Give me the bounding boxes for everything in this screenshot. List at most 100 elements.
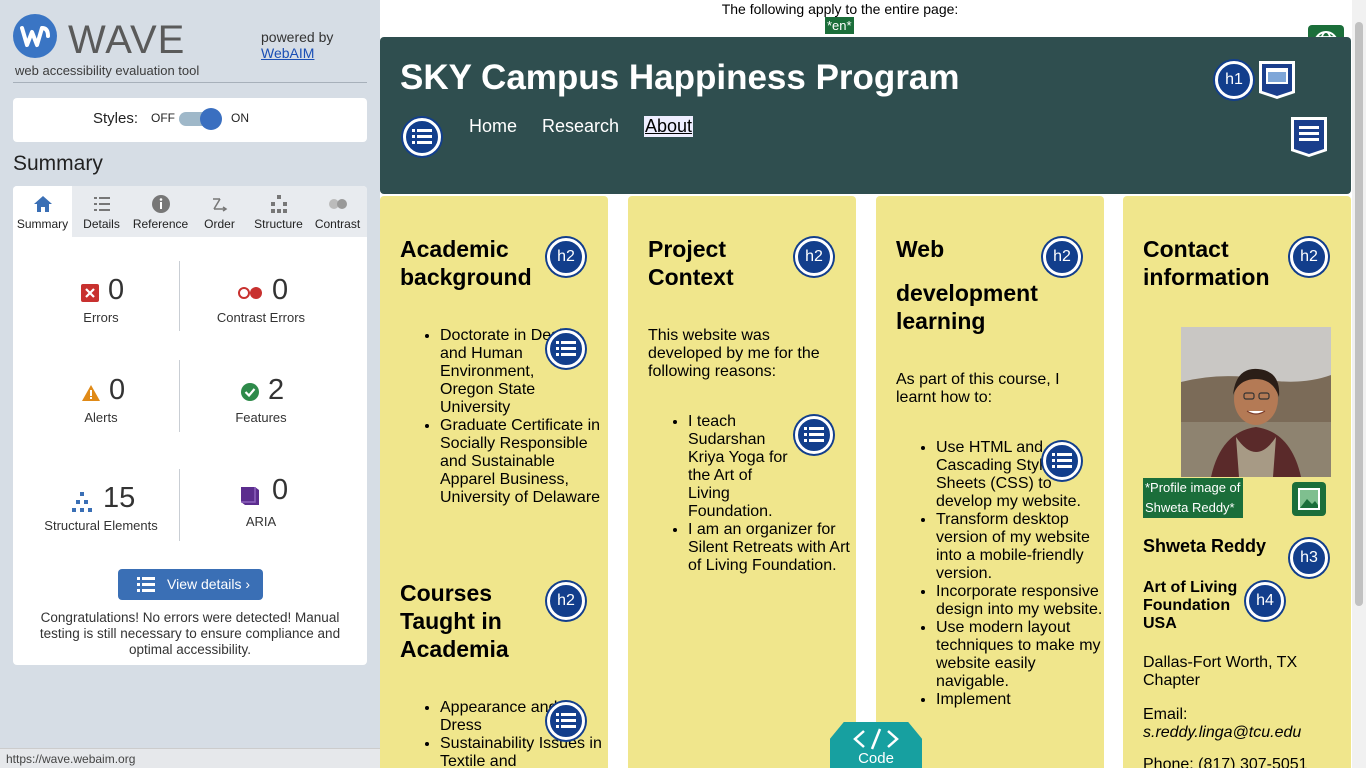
list-icon[interactable]	[547, 702, 585, 740]
h2-icon[interactable]: h2	[547, 238, 585, 276]
status-bar-url: https://wave.webaim.org	[0, 748, 420, 768]
tab-label: Reference	[132, 217, 189, 231]
h3-badge-label: h3	[1300, 549, 1318, 566]
tab-order[interactable]: Order	[190, 186, 249, 237]
list-item: Graduate Certificate in Socially Respons…	[440, 417, 608, 507]
info-icon	[151, 195, 170, 213]
alt-text-badge[interactable]: *Profile image of Shweta Reddy*	[1143, 478, 1243, 518]
h2-icon[interactable]: h2	[795, 238, 833, 276]
web-development-heading-a: Web	[896, 236, 945, 262]
details-list-icon	[93, 197, 110, 211]
features-count: 2	[268, 374, 285, 406]
nav-link-about[interactable]: About	[644, 116, 694, 137]
courses-taught-heading: Courses Taught in Academia	[400, 580, 509, 662]
code-toggle-button[interactable]: Code	[830, 722, 922, 768]
toggle-knob[interactable]	[200, 108, 222, 130]
error-icon	[81, 284, 99, 302]
tab-reference[interactable]: Reference	[131, 186, 190, 237]
tab-label: Structure	[254, 217, 303, 231]
contact-name: Shweta Reddy	[1143, 536, 1267, 556]
webaim-link[interactable]: WebAIM	[261, 45, 314, 61]
code-icon	[853, 728, 899, 750]
project-context-section: Project Context h2 This website was deve…	[628, 196, 856, 768]
code-label: Code	[858, 750, 894, 767]
h2-icon[interactable]: h2	[1290, 238, 1328, 276]
h1-badge-label: h1	[1225, 71, 1243, 88]
alerts-stat[interactable]: 0 Alerts	[21, 374, 181, 434]
image-alt-icon[interactable]	[1291, 481, 1327, 517]
styles-label: Styles:	[93, 110, 139, 127]
page-scrollbar[interactable]	[1352, 0, 1366, 768]
aria-label: ARIA	[245, 514, 277, 529]
tab-summary[interactable]: Summary	[13, 186, 72, 237]
web-development-heading-b: development learning	[896, 280, 1038, 334]
order-icon	[212, 198, 227, 212]
wave-subtitle: web accessibility evaluation tool	[15, 63, 200, 78]
features-label: Features	[235, 410, 287, 425]
navigation-landmark-icon[interactable]	[1289, 115, 1329, 157]
styles-toggle[interactable]	[179, 108, 222, 130]
nav-link-home[interactable]: Home	[469, 116, 517, 137]
wave-sidebar: WAVE web accessibility evaluation tool p…	[0, 0, 420, 768]
wave-logo-icon	[13, 14, 57, 58]
language-badge[interactable]: *en*	[825, 17, 854, 34]
header-landmark-icon[interactable]	[1257, 59, 1297, 99]
list-icon[interactable]	[1043, 442, 1081, 480]
features-stat[interactable]: 2 Features	[181, 374, 341, 434]
evaluated-page: The following apply to the entire page: …	[380, 0, 1366, 768]
structural-stat[interactable]: 15 Structural Elements	[21, 482, 181, 542]
alerts-count: 0	[109, 374, 126, 406]
tab-details[interactable]: Details	[72, 186, 131, 237]
alerts-label: Alerts	[84, 410, 118, 425]
h1-icon[interactable]: h1	[1215, 61, 1253, 99]
nav-link-research[interactable]: Research	[542, 116, 619, 137]
structural-label: Structural Elements	[44, 518, 158, 533]
site-header: SKY Campus Happiness Program h1 Home Res…	[380, 37, 1351, 194]
tab-contrast[interactable]: Contrast	[308, 186, 367, 237]
view-details-button[interactable]: View details ›	[118, 569, 263, 600]
contrast-icon	[328, 199, 347, 209]
list-item: Transform desktop version of my website …	[936, 511, 1104, 583]
aria-count: 0	[272, 474, 289, 506]
h4-badge-label: h4	[1256, 592, 1274, 609]
h2-badge-label: h2	[557, 248, 575, 265]
contact-phone: Phone: (817) 307-5051	[1143, 756, 1308, 768]
list-icon[interactable]	[547, 330, 585, 368]
tab-structure[interactable]: Structure	[249, 186, 308, 237]
aria-icon	[241, 487, 259, 505]
list-icon[interactable]	[795, 416, 833, 454]
tab-bar: Summary Details Reference Order Structur…	[13, 186, 367, 237]
h2-badge-label: h2	[1300, 248, 1318, 265]
academic-background-section: Academic background h2 Doctorate in Desi…	[380, 196, 608, 768]
navigation-list-icon[interactable]	[403, 118, 441, 156]
aria-stat[interactable]: 0 ARIA	[181, 474, 341, 542]
profile-image	[1181, 327, 1331, 477]
h2-badge-label: h2	[805, 248, 823, 265]
h2-icon[interactable]: h2	[547, 582, 585, 620]
structure-icon	[72, 492, 92, 512]
h4-icon[interactable]: h4	[1246, 582, 1284, 620]
tab-label: Order	[204, 217, 235, 231]
contrast-error-icon	[238, 287, 262, 299]
home-icon	[33, 196, 52, 212]
errors-stat[interactable]: 0 Errors	[21, 274, 181, 334]
contrast-errors-stat[interactable]: 0 Contrast Errors	[181, 274, 341, 334]
h2-badge-label: h2	[557, 592, 575, 609]
summary-heading: Summary	[13, 152, 103, 175]
tab-label: Details	[83, 217, 120, 231]
contact-information-heading: Contact information	[1143, 236, 1270, 290]
scrollbar-thumb[interactable]	[1355, 22, 1363, 606]
tab-label: Contrast	[314, 217, 361, 231]
contact-org: Art of Living Foundation USA	[1143, 579, 1238, 632]
summary-panel: Summary Details Reference Order Structur…	[13, 186, 367, 665]
h2-icon[interactable]: h2	[1043, 238, 1081, 276]
list-item: Use modern layout techniques to make my …	[936, 619, 1104, 691]
contact-chapter: Dallas-Fort Worth, TX Chapter	[1143, 654, 1298, 689]
page-notice: The following apply to the entire page:	[721, 1, 959, 17]
contact-email-link[interactable]: s.reddy.linga@tcu.edu	[1143, 724, 1333, 742]
h3-icon[interactable]: h3	[1290, 539, 1328, 577]
h2-badge-label: h2	[1053, 248, 1071, 265]
structure-icon	[270, 195, 287, 213]
contrast-errors-label: Contrast Errors	[216, 310, 306, 325]
styles-off-label: OFF	[151, 111, 175, 125]
